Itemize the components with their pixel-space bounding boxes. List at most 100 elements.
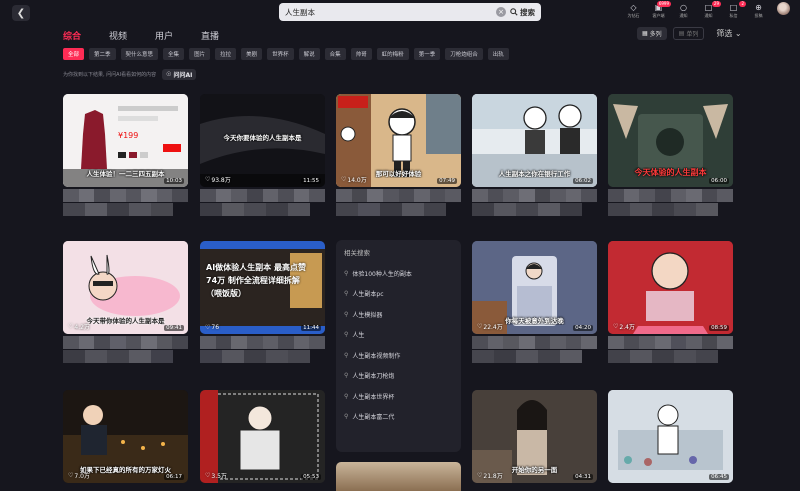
tab-live[interactable]: 直播 xyxy=(201,29,219,42)
notification-badge: 2 xyxy=(739,1,746,7)
filter-chip[interactable]: 虹的梅粉 xyxy=(376,48,409,60)
ask-ai-button[interactable]: ☉ 问问AI xyxy=(162,69,197,80)
likes-count: 3.5万 xyxy=(211,473,227,480)
top-action-notify2[interactable]: 29 □ 通知 xyxy=(698,1,721,19)
filter-chip[interactable]: 第一季 xyxy=(413,48,441,60)
arrow-left-icon: ❮ xyxy=(16,7,26,19)
filter-chip[interactable]: 契什么意思 xyxy=(120,48,159,60)
related-search-item[interactable]: ⚲ 人生 xyxy=(344,325,453,346)
filter-chip[interactable]: 图片 xyxy=(189,48,211,60)
blurred-author xyxy=(608,350,718,363)
video-card[interactable]: 开始你的另一面 ♡ 21.8万 04:31 xyxy=(472,390,597,483)
video-thumbnail: 06:45 xyxy=(608,390,733,483)
top-action-client[interactable]: 6999 ▣ 客户端 xyxy=(648,1,671,19)
video-duration: 05:53 xyxy=(301,474,321,480)
top-action-upload[interactable]: ⊕ 投稿 xyxy=(748,2,769,19)
video-likes: ♡ 3.5万 xyxy=(205,471,227,480)
diamond-icon: ◇ xyxy=(630,2,637,12)
thumbnail-art xyxy=(200,390,325,483)
search-icon: ⚲ xyxy=(344,331,349,339)
related-search-item[interactable]: ⚲ 人生副本视频制作 xyxy=(344,345,453,366)
video-card[interactable]: 06:45 xyxy=(608,390,733,483)
related-search-label: 人生副本刀枪炮 xyxy=(352,373,395,381)
related-search-item[interactable]: ⚲ 人生副本刀枪炮 xyxy=(344,366,453,387)
heart-icon: ♡ xyxy=(68,323,74,330)
top-action-label: 客户端 xyxy=(652,13,665,18)
related-search-item[interactable]: ⚲ 人生副本富二代 xyxy=(344,407,453,428)
video-card[interactable]: 如果下已经真的所有的万家灯火 ♡ 7.0万 06:17 xyxy=(63,390,188,483)
likes-count: 93.8万 xyxy=(211,177,231,184)
video-duration: 10:03 xyxy=(164,178,184,184)
clear-icon[interactable]: × xyxy=(496,7,506,17)
video-card[interactable]: ♡ 3.5万 05:53 xyxy=(200,390,325,483)
video-likes: ♡ 93.8万 xyxy=(205,175,231,184)
video-caption: 今天体验的人生副本 xyxy=(634,168,707,177)
tab-user[interactable]: 用户 xyxy=(155,29,173,42)
video-card[interactable]: 人生副本之你在银行工作 06:02 xyxy=(472,94,597,216)
video-card[interactable]: AI做体验人生副本 最高点赞74万 制作全流程详细拆解（喂饭版） ♡ 76 11:… xyxy=(200,241,325,363)
related-search-item[interactable]: ⚲ 人生模拟器 xyxy=(344,304,453,325)
video-caption: 人生体验！一二三四五副本 xyxy=(86,170,165,178)
video-card[interactable]: 你每天被意外到达晚 ♡ 22.4万 04:20 xyxy=(472,241,597,363)
user-avatar[interactable] xyxy=(773,2,794,19)
related-search-item[interactable]: ⚲ 体验100种人生的副本 xyxy=(344,263,453,284)
related-search-label: 人生副本富二代 xyxy=(352,414,395,422)
filter-chip[interactable]: 拉拉 xyxy=(215,48,237,60)
filter-chip[interactable]: 刀枪炮组合 xyxy=(445,48,483,60)
search-icon: ⚲ xyxy=(344,351,349,359)
top-action-notify[interactable]: ○ 通知 xyxy=(673,2,694,19)
related-search-title: 相关搜索 xyxy=(344,249,370,257)
blurred-author xyxy=(472,203,582,216)
video-card[interactable]: 那可以好好体验 ♡ 14.0万 07:49 xyxy=(336,94,461,216)
filter-chip[interactable]: 全部 xyxy=(63,48,85,60)
filter-chip[interactable]: 合集 xyxy=(324,48,346,60)
filter-chip[interactable]: 世界杯 xyxy=(267,48,294,60)
filter-chip[interactable]: 帅哥 xyxy=(350,48,372,60)
video-likes: ♡ 4.2万 xyxy=(68,322,90,331)
single-view-button[interactable]: ▤ 单列 xyxy=(672,27,705,40)
filter-chip[interactable]: 全集 xyxy=(163,48,185,60)
view-switch: ▦ 多列 ▤ 单列 筛选 ⌄ xyxy=(637,27,742,40)
filter-button[interactable]: 筛选 ⌄ xyxy=(716,28,741,39)
back-button[interactable]: ❮ xyxy=(12,5,30,21)
search-icon: ⚲ xyxy=(344,269,349,277)
video-thumbnail: 今天带你体验的人生副本是 ♡ 4.2万 09:41 xyxy=(63,241,188,334)
blurred-title xyxy=(472,336,597,349)
video-card[interactable]: 今天体验的人生副本 06:00 xyxy=(608,94,733,216)
filter-chip[interactable]: 解说 xyxy=(298,48,320,60)
top-action-diamond[interactable]: ◇ 为钻石 xyxy=(623,2,644,19)
video-card[interactable]: ♡ 2.4万 08:59 xyxy=(608,241,733,363)
grid-view-label: 多列 xyxy=(649,31,662,38)
video-duration: 09:41 xyxy=(164,325,184,331)
grid-view-button[interactable]: ▦ 多列 xyxy=(637,27,667,40)
search-button[interactable]: 搜索 xyxy=(510,7,541,18)
message-alt-icon: □ xyxy=(729,2,738,12)
filter-chip[interactable]: 第二季 xyxy=(89,48,116,60)
video-card[interactable]: 今天你要体验的人生副本是 ♡ 93.8万 11:55 xyxy=(200,94,325,216)
tab-general[interactable]: 综合 xyxy=(63,29,81,42)
svg-text:¥199: ¥199 xyxy=(118,131,138,140)
video-thumbnail: AI做体验人生副本 最高点赞74万 制作全流程详细拆解（喂饭版） ♡ 76 11:… xyxy=(200,241,325,334)
filter-chip[interactable]: 美剧 xyxy=(241,48,263,60)
chat-icon: ○ xyxy=(680,2,687,12)
video-duration: 06:02 xyxy=(573,178,593,184)
video-card[interactable]: 今天带你体验的人生副本是 ♡ 4.2万 09:41 xyxy=(63,241,188,363)
likes-count: 14.0万 xyxy=(347,177,367,184)
filter-chip[interactable]: 出轨 xyxy=(487,48,509,60)
blurred-author xyxy=(200,350,310,363)
heart-icon: ♡ xyxy=(613,323,619,330)
blurred-title xyxy=(63,336,188,349)
blurred-author xyxy=(336,203,446,216)
search-icon: ⚲ xyxy=(344,413,349,421)
blurred-author xyxy=(63,203,173,216)
search-input[interactable] xyxy=(279,3,496,21)
video-thumbnail: 今天体验的人生副本 06:00 xyxy=(608,94,733,187)
related-search-item[interactable]: ⚲ 人生副本世界杯 xyxy=(344,386,453,407)
related-search-item[interactable]: ⚲ 人生副本pc xyxy=(344,284,453,305)
video-card[interactable] xyxy=(336,462,461,491)
blurred-title xyxy=(608,189,733,202)
likes-count: 22.4万 xyxy=(483,324,503,331)
video-card[interactable]: ¥199 人生体验！一二三四五副本 10:03 xyxy=(63,94,188,216)
top-action-dm[interactable]: 2 □ 私信 xyxy=(723,1,746,19)
tab-video[interactable]: 视频 xyxy=(109,29,127,42)
